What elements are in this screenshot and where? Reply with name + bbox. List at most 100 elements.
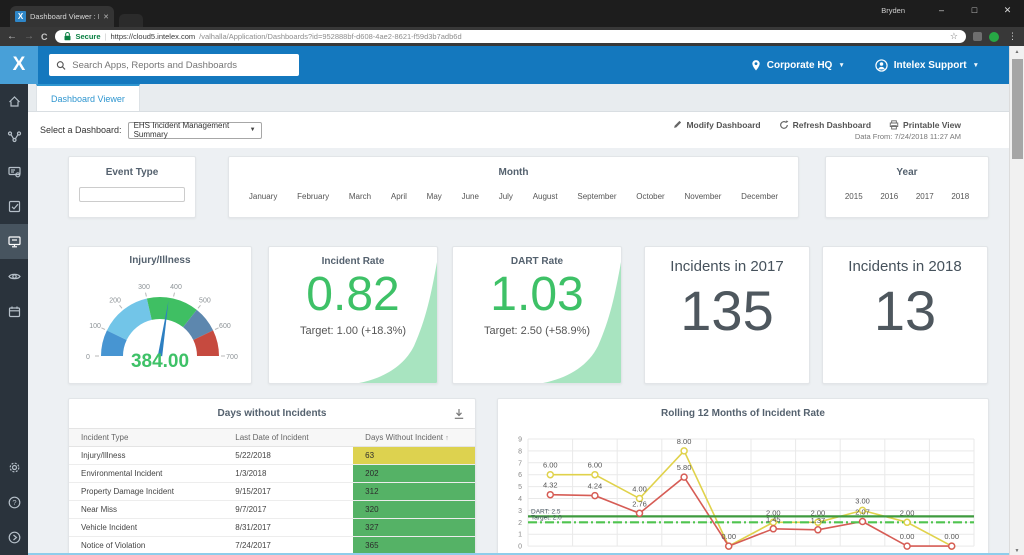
chevron-right-circle-icon — [7, 530, 22, 545]
browser-toolbar: ← → C Secure | https://cloud5.intelex.co… — [0, 27, 1024, 46]
event-type-input[interactable] — [79, 187, 185, 202]
browser-menu-icon[interactable]: ⋮ — [1008, 31, 1017, 42]
tab-close-icon[interactable]: ✕ — [103, 13, 109, 21]
year-option[interactable]: 2017 — [916, 192, 934, 201]
calendar-icon — [7, 304, 22, 319]
maximize-button[interactable]: □ — [958, 0, 991, 20]
search-input[interactable] — [72, 60, 292, 71]
support-label: Intelex Support — [894, 60, 967, 71]
chevron-down-icon: ▼ — [838, 62, 844, 69]
url-path: /valhalla/Application/Dashboards?id=9528… — [199, 32, 942, 41]
refresh-dashboard-button[interactable]: Refresh Dashboard — [779, 120, 871, 130]
scrollbar-thumb[interactable] — [1012, 59, 1023, 159]
col-last-date[interactable]: Last Date of Incident — [223, 429, 353, 447]
sidebar-item-settings[interactable] — [0, 450, 28, 485]
extension-icon[interactable] — [973, 32, 982, 41]
days-without-incidents-title: Days without Incidents — [69, 408, 475, 419]
intelex-logo[interactable]: X — [0, 46, 38, 84]
injury-illness-gauge-card: Injury/Illness 0100200300400500600700384… — [68, 246, 252, 384]
printable-view-button[interactable]: Printable View — [889, 120, 961, 130]
table-row[interactable]: Environmental Incident1/3/2018202 — [69, 465, 475, 483]
select-dashboard-label: Select a Dashboard: — [40, 125, 122, 135]
month-option[interactable]: August — [533, 192, 558, 201]
year-option[interactable]: 2018 — [951, 192, 969, 201]
event-type-filter-card: Event Type — [68, 156, 196, 218]
intelex-favicon: X — [15, 11, 26, 22]
dashboard-select[interactable]: EHS Incident Management Summary ▼ — [128, 122, 262, 139]
dashboard-toolbar: Select a Dashboard: EHS Incident Managem… — [28, 112, 1009, 148]
month-option[interactable]: May — [427, 192, 442, 201]
scrollbar-up-icon[interactable]: ▲ — [1010, 46, 1024, 58]
month-option[interactable]: September — [577, 192, 616, 201]
svg-text:9: 9 — [518, 437, 522, 444]
days-badge: 312 — [353, 483, 475, 501]
month-option[interactable]: April — [391, 192, 407, 201]
extension-green-icon[interactable] — [989, 32, 999, 42]
location-menu[interactable]: Corporate HQ ▼ — [751, 59, 845, 72]
incidents-2017-card: Incidents in 2017 135 — [644, 246, 810, 384]
month-option[interactable]: October — [636, 192, 664, 201]
bookmark-star-icon[interactable]: ☆ — [950, 31, 958, 42]
incidents-table: Incident Type Last Date of Incident Days… — [69, 428, 475, 555]
modify-dashboard-button[interactable]: Modify Dashboard — [673, 120, 760, 130]
col-days-without[interactable]: Days Without Incident ↑ — [353, 429, 475, 447]
month-option[interactable]: February — [297, 192, 329, 201]
month-option[interactable]: March — [349, 192, 371, 201]
sidebar-item-share[interactable] — [0, 119, 28, 154]
download-icon — [453, 408, 465, 420]
event-type-title: Event Type — [69, 167, 195, 178]
forward-icon[interactable]: → — [24, 32, 34, 42]
month-option[interactable]: July — [499, 192, 513, 201]
tab-dashboard-viewer[interactable]: Dashboard Viewer — [36, 84, 140, 111]
page-scrollbar[interactable]: ▲ ▼ — [1009, 46, 1024, 555]
last-date-cell: 7/24/2017 — [223, 537, 353, 555]
reload-icon[interactable]: C — [41, 32, 48, 42]
incidents-2017-value: 135 — [645, 283, 809, 339]
checkbox-icon — [7, 199, 22, 214]
svg-text:2.00: 2.00 — [900, 508, 915, 517]
browser-tab[interactable]: X Dashboard Viewer : Dash ✕ — [10, 6, 114, 27]
month-option[interactable]: January — [249, 192, 277, 201]
col-incident-type[interactable]: Incident Type — [69, 429, 223, 447]
month-option[interactable]: December — [741, 192, 778, 201]
sidebar-item-help[interactable]: ? — [0, 485, 28, 520]
sidebar-item-home[interactable] — [0, 84, 28, 119]
sidebar: ? — [0, 84, 28, 555]
support-menu[interactable]: Intelex Support ▼ — [875, 59, 979, 72]
sidebar-item-tasks[interactable] — [0, 189, 28, 224]
search-box[interactable] — [49, 54, 299, 76]
table-row[interactable]: Injury/Illness5/22/201863 — [69, 447, 475, 465]
sidebar-item-dashboards[interactable] — [0, 224, 28, 259]
svg-text:0.00: 0.00 — [900, 532, 915, 541]
minimize-button[interactable]: – — [925, 0, 958, 20]
scrollbar-down-icon[interactable]: ▼ — [1010, 548, 1024, 554]
download-button[interactable] — [453, 407, 465, 425]
svg-text:4.00: 4.00 — [632, 485, 647, 494]
browser-profile-name[interactable]: Bryden — [881, 6, 905, 15]
table-row[interactable]: Property Damage Incident9/15/2017312 — [69, 483, 475, 501]
url-bar[interactable]: Secure | https://cloud5.intelex.com /val… — [55, 30, 967, 43]
svg-text:1: 1 — [518, 532, 522, 539]
sort-asc-icon: ↑ — [445, 435, 449, 442]
incident-type-cell: Notice of Violation — [69, 537, 223, 555]
month-filter-card: Month JanuaryFebruaryMarchAprilMayJuneJu… — [228, 156, 799, 218]
last-date-cell: 9/15/2017 — [223, 483, 353, 501]
new-tab-button[interactable] — [119, 14, 143, 27]
month-option[interactable]: June — [462, 192, 479, 201]
year-option[interactable]: 2015 — [845, 192, 863, 201]
table-row[interactable]: Near Miss9/7/2017320 — [69, 501, 475, 519]
back-icon[interactable]: ← — [7, 32, 17, 42]
table-row[interactable]: Notice of Violation7/24/2017365 — [69, 537, 475, 555]
page-tabrow: Dashboard Viewer — [28, 84, 1009, 112]
year-option[interactable]: 2016 — [880, 192, 898, 201]
month-option[interactable]: November — [685, 192, 722, 201]
secure-badge: Secure — [76, 32, 101, 41]
sidebar-item-collapse[interactable] — [0, 520, 28, 555]
sidebar-item-reports[interactable] — [0, 154, 28, 189]
sidebar-item-calendar[interactable] — [0, 294, 28, 329]
sidebar-item-watch[interactable] — [0, 259, 28, 294]
svg-text:7: 7 — [518, 460, 522, 467]
table-row[interactable]: Vehicle Incident8/31/2017327 — [69, 519, 475, 537]
chart-title: Rolling 12 Months of Incident Rate — [508, 408, 978, 419]
close-button[interactable]: ✕ — [991, 0, 1024, 20]
